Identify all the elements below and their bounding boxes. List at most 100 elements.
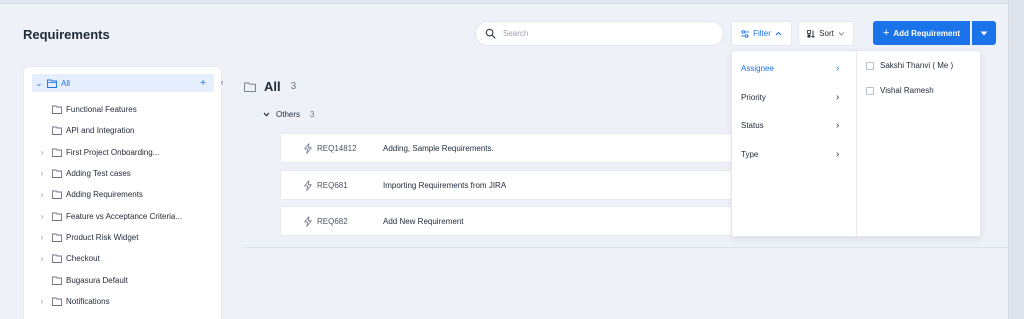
folder-icon xyxy=(52,254,62,263)
folder-count: 3 xyxy=(290,81,297,92)
chevron-right-icon: › xyxy=(836,91,840,103)
menu-column-divider xyxy=(856,51,857,236)
chevron-up-icon xyxy=(775,31,782,36)
sidebar-item-first-project-onboarding[interactable]: › First Project Onboarding... xyxy=(24,143,223,161)
filter-category-type[interactable]: Type › xyxy=(732,140,856,168)
sidebar-item-label: Product Risk Widget xyxy=(66,232,139,242)
sort-icon xyxy=(807,29,815,38)
main-header: All 3 xyxy=(244,79,296,94)
caret-down-icon xyxy=(980,31,988,35)
chevron-down-icon[interactable] xyxy=(263,112,270,117)
chevron-right-icon: › xyxy=(836,119,840,131)
folder-sidebar: ⌄ All + Functional Features API and Inte… xyxy=(23,66,222,319)
sidebar-item-adding-requirements[interactable]: › Adding Requirements xyxy=(24,185,223,203)
bolt-icon xyxy=(304,180,312,191)
filter-category-label: Status xyxy=(741,120,764,130)
filter-category-status[interactable]: Status › xyxy=(732,111,856,139)
assignee-option[interactable]: Sakshi Thanvi ( Me ) xyxy=(866,61,953,70)
sidebar-item-feature-vs-acceptance-criteria[interactable]: › Feature vs Acceptance Criteria... xyxy=(24,207,223,225)
assignee-option[interactable]: Vishal Ramesh xyxy=(866,86,934,95)
sort-label: Sort xyxy=(819,29,834,38)
sidebar-item-checkout[interactable]: › Checkout xyxy=(24,249,223,267)
sidebar-item-label: All xyxy=(61,78,70,88)
chevron-right-icon[interactable]: › xyxy=(38,148,46,157)
group-label: Others xyxy=(276,110,301,119)
chevron-right-icon: › xyxy=(836,62,840,74)
chevron-right-icon[interactable]: › xyxy=(38,297,46,306)
sidebar-item-product-risk-widget[interactable]: › Product Risk Widget xyxy=(24,228,223,246)
sidebar-item-label: Checkout xyxy=(66,253,100,263)
sidebar-item-notifications[interactable]: › Notifications xyxy=(24,292,223,310)
folder-icon xyxy=(52,105,62,114)
chevron-right-icon: › xyxy=(836,148,840,160)
folder-icon xyxy=(52,276,62,285)
folder-icon xyxy=(52,233,62,242)
sidebar-item-label: Bugasura Default xyxy=(66,275,128,285)
filter-button[interactable]: Filter xyxy=(731,21,792,46)
chevron-down-icon xyxy=(838,32,845,36)
chevron-right-icon[interactable]: › xyxy=(38,169,46,178)
collapse-sidebar-icon[interactable]: ‹ xyxy=(216,76,228,88)
bolt-icon xyxy=(304,216,312,227)
requirement-title[interactable]: Adding, Sample Requirements. xyxy=(383,144,494,153)
sidebar-item-label: Notifications xyxy=(66,296,110,306)
requirement-title[interactable]: Add New Requirement xyxy=(383,217,463,226)
content-divider xyxy=(244,247,1008,248)
sidebar-item-label: Functional Features xyxy=(66,104,137,114)
requirement-row[interactable]: REQ681 Importing Requirements from JIRA xyxy=(280,170,740,200)
search-input[interactable] xyxy=(503,29,703,38)
add-requirement-label: Add Requirement xyxy=(893,28,961,38)
filter-sliders-icon xyxy=(741,29,750,38)
plus-icon: + xyxy=(882,26,890,39)
chevron-right-icon[interactable]: › xyxy=(38,254,46,263)
scrollbar-strip[interactable] xyxy=(1008,0,1024,319)
requirement-row[interactable]: REQ682 Add New Requirement xyxy=(280,206,740,236)
sort-button[interactable]: Sort xyxy=(798,21,854,46)
folder-icon xyxy=(52,126,62,135)
sidebar-item-api-and-integration[interactable]: API and Integration xyxy=(24,121,223,139)
requirement-id: REQ681 xyxy=(317,180,348,190)
search-icon xyxy=(485,28,496,39)
add-folder-icon[interactable]: + xyxy=(200,78,206,89)
chevron-right-icon[interactable]: › xyxy=(38,212,46,221)
sidebar-item-all[interactable]: ⌄ All + xyxy=(32,74,214,92)
folder-icon xyxy=(52,190,62,199)
assignee-checkbox[interactable] xyxy=(866,86,874,95)
requirement-title[interactable]: Importing Requirements from JIRA xyxy=(383,181,506,190)
search-box[interactable] xyxy=(475,21,724,46)
sidebar-item-functional-features[interactable]: Functional Features xyxy=(24,100,223,118)
filter-label: Filter xyxy=(753,29,771,38)
chevron-right-icon[interactable]: › xyxy=(38,233,46,242)
page-title: Requirements xyxy=(23,27,110,42)
filter-dropdown-menu: Assignee › Priority › Status › Type › Sa… xyxy=(731,50,981,237)
folder-title: All xyxy=(264,79,281,94)
group-header-others[interactable]: Others 3 xyxy=(263,110,314,119)
filter-category-label: Priority xyxy=(741,92,766,102)
requirement-id: REQ682 xyxy=(317,216,348,226)
folder-icon xyxy=(52,148,62,157)
top-bar-edge xyxy=(0,0,1008,4)
folder-icon xyxy=(52,212,62,221)
chevron-right-icon[interactable]: › xyxy=(38,190,46,199)
requirement-id: REQ14812 xyxy=(317,143,357,153)
folder-icon xyxy=(52,297,62,306)
sidebar-item-bugasura-default[interactable]: Bugasura Default xyxy=(24,271,223,289)
add-options-dropdown-button[interactable] xyxy=(972,21,996,45)
chevron-down-icon[interactable]: ⌄ xyxy=(35,79,43,88)
filter-category-label: Type xyxy=(741,149,759,159)
sidebar-item-label: API and Integration xyxy=(66,125,135,135)
assignee-option-label: Vishal Ramesh xyxy=(880,86,934,95)
filter-category-assignee[interactable]: Assignee › xyxy=(732,54,856,82)
sidebar-item-adding-test-cases[interactable]: › Adding Test cases xyxy=(24,164,223,182)
sidebar-item-label: Adding Test cases xyxy=(66,168,131,178)
bolt-icon xyxy=(304,143,312,154)
folder-icon xyxy=(244,82,256,92)
assignee-checkbox[interactable] xyxy=(866,61,874,70)
folder-open-icon xyxy=(47,79,57,88)
group-count: 3 xyxy=(310,110,315,119)
requirement-row[interactable]: REQ14812 Adding, Sample Requirements. xyxy=(280,133,740,163)
folder-icon xyxy=(52,169,62,178)
add-requirement-button[interactable]: + Add Requirement xyxy=(873,21,970,45)
filter-category-priority[interactable]: Priority › xyxy=(732,83,856,111)
sidebar-item-label: Feature vs Acceptance Criteria... xyxy=(66,211,183,221)
